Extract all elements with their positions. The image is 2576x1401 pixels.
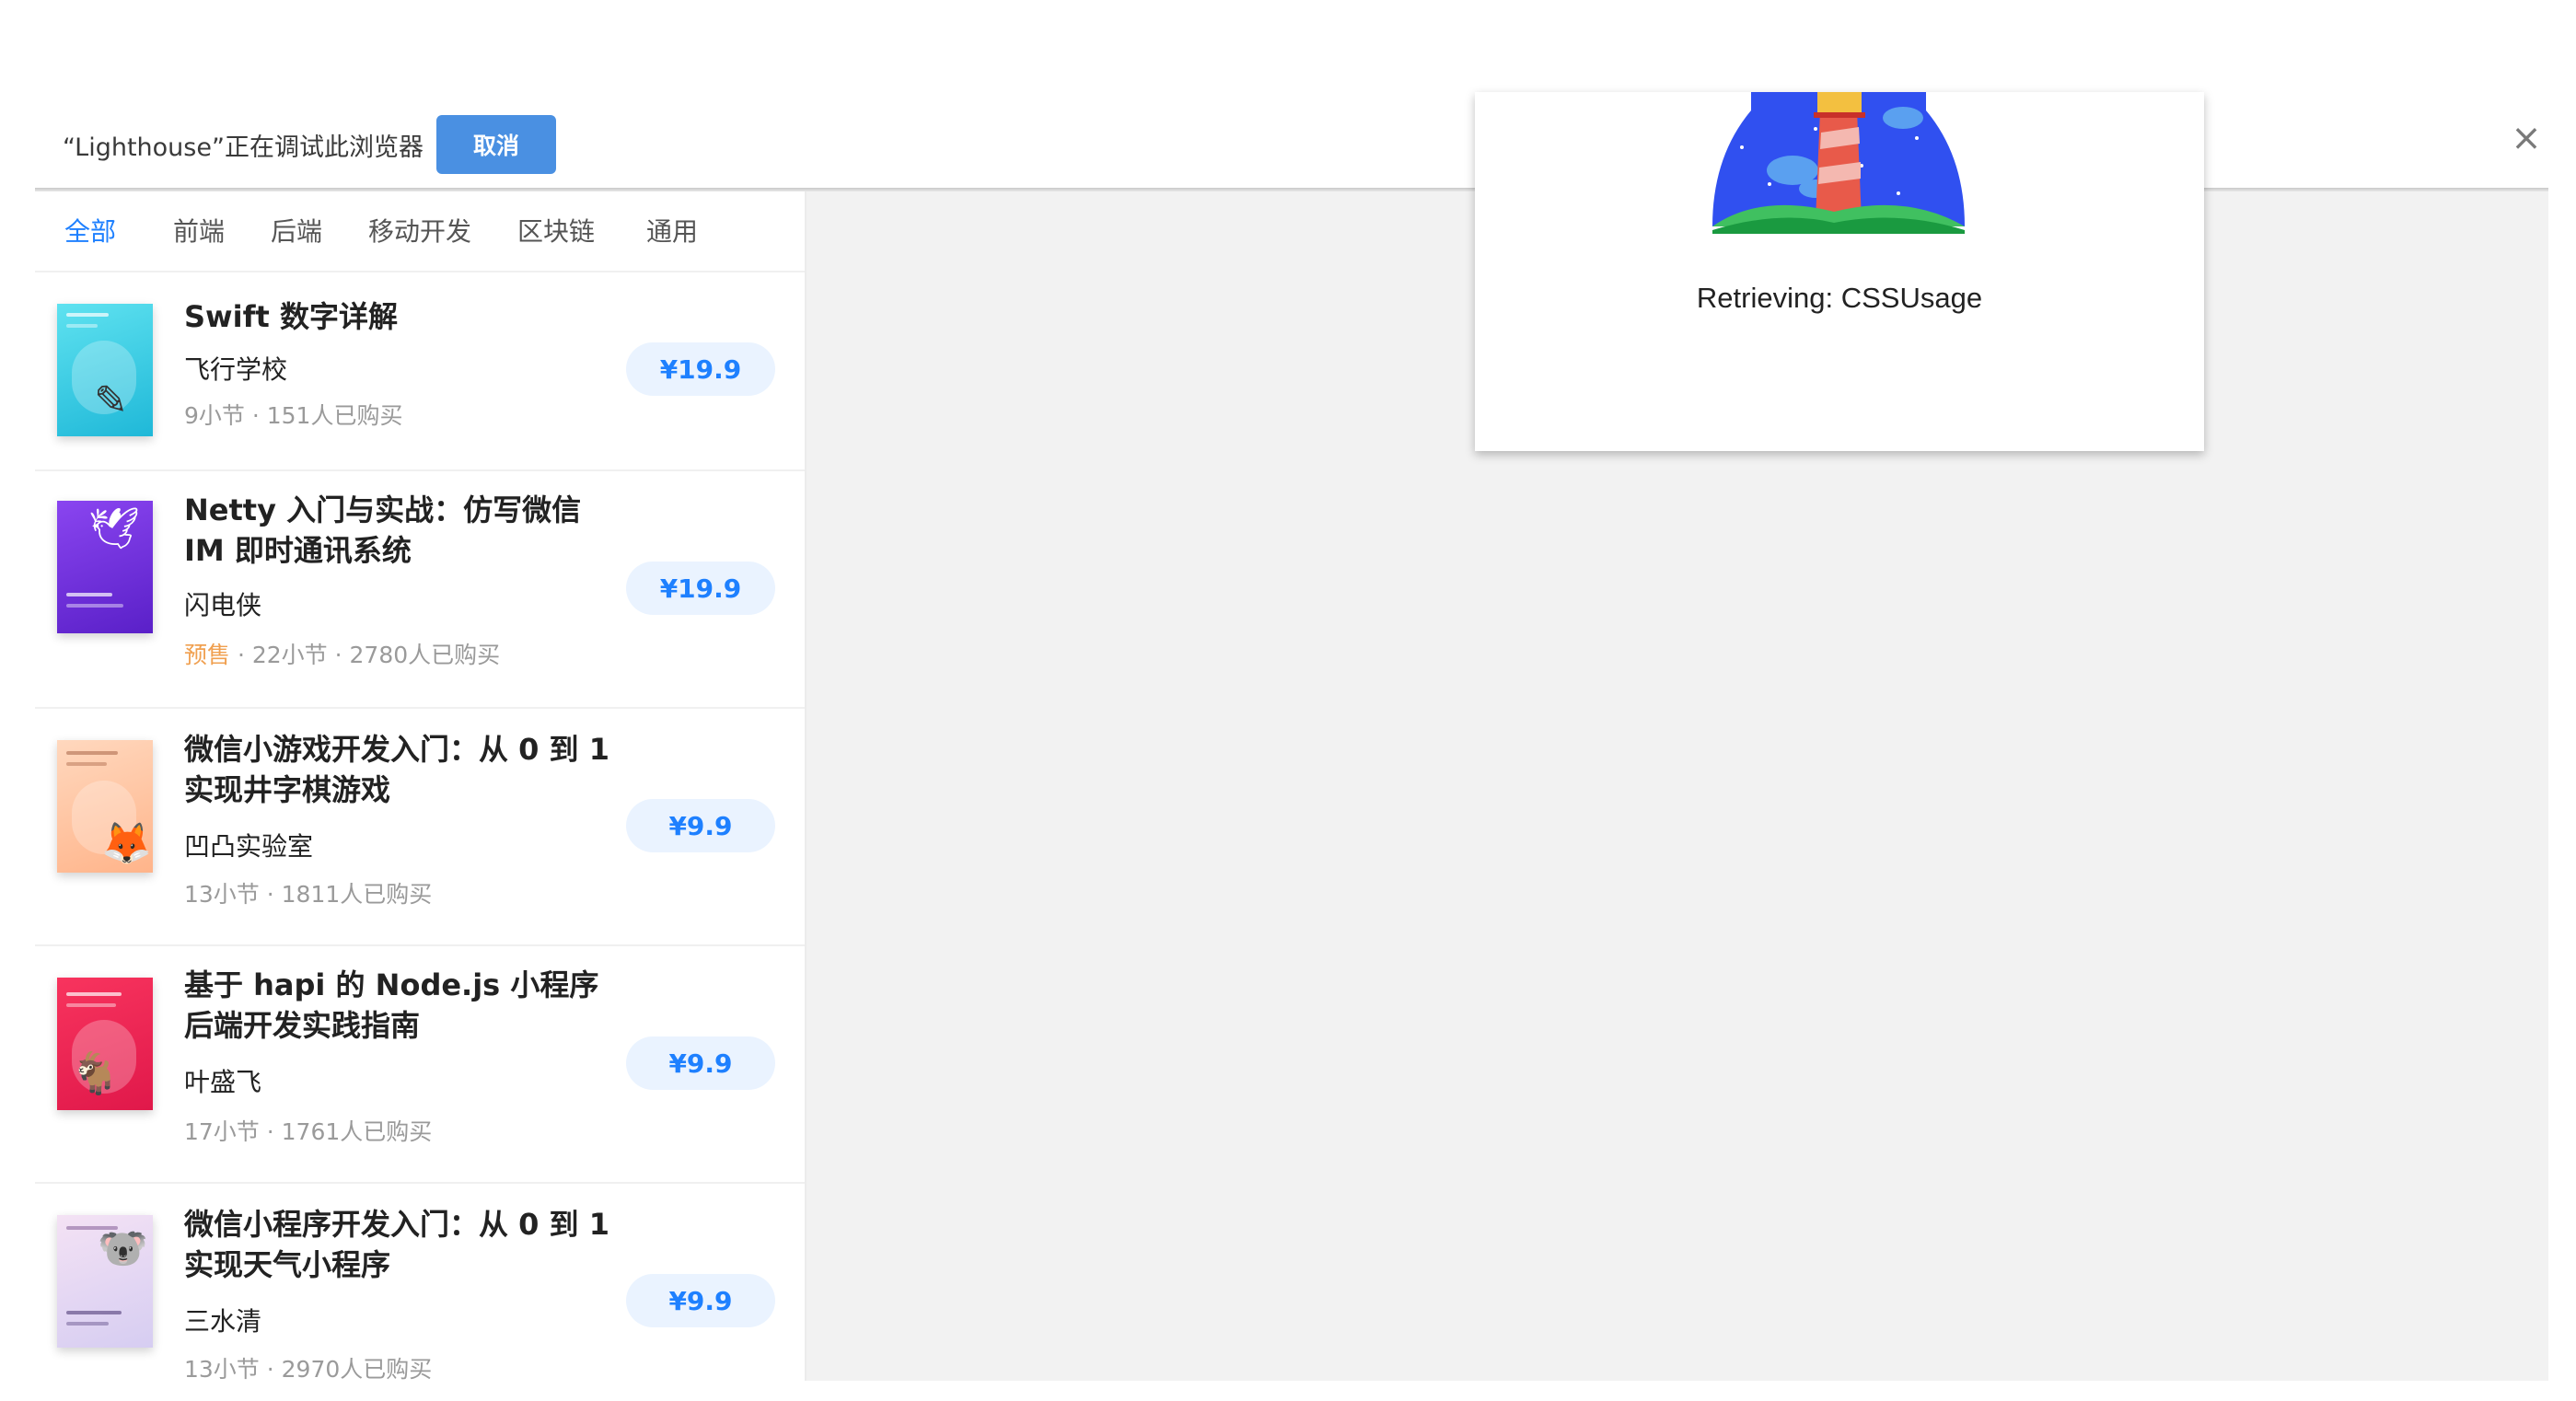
lighthouse-logo-icon	[1712, 92, 1965, 239]
book-cover[interactable]: 🐨	[57, 1215, 153, 1348]
book-stats: · 22小节 · 2780人已购买	[230, 642, 501, 668]
book-meta: 13小节 · 2970人已购买	[184, 1351, 432, 1381]
book-title[interactable]: Swift 数字详解	[184, 296, 617, 337]
book-stats: 9小节 · 151人已购买	[184, 402, 403, 429]
cancel-button[interactable]: 取消	[436, 115, 556, 174]
price-button[interactable]: ¥19.9	[626, 562, 775, 615]
book-cover[interactable]: ✎	[57, 304, 153, 436]
book-item[interactable]: 🕊 Netty 入门与实战：仿写微信 IM 即时通讯系统 闪电侠 预售 · 22…	[35, 471, 805, 709]
book-author: 叶盛飞	[184, 1067, 262, 1097]
retrieving-status: Retrieving: CSSUsage	[1696, 282, 1983, 314]
book-title[interactable]: 基于 hapi 的 Node.js 小程序后端开发实践指南	[184, 965, 617, 1046]
book-title[interactable]: 微信小游戏开发入门：从 0 到 1 实现井字棋游戏	[184, 729, 617, 810]
reading-figure-icon: ✎	[94, 377, 128, 424]
presale-badge: 预售	[184, 642, 231, 668]
tab-frontend[interactable]: 前端	[173, 212, 225, 249]
goat-icon: 🐐	[70, 1050, 121, 1097]
book-cover[interactable]: 🐐	[57, 978, 153, 1110]
book-title[interactable]: 微信小程序开发入门：从 0 到 1 实现天气小程序	[184, 1204, 617, 1285]
koala-icon: 🐨	[98, 1225, 148, 1272]
book-stats: 13小节 · 2970人已购买	[184, 1356, 433, 1381]
book-author: 三水清	[184, 1306, 262, 1337]
book-cover[interactable]: 🕊	[57, 501, 153, 633]
price-button[interactable]: ¥19.9	[626, 342, 775, 396]
book-author: 闪电侠	[184, 590, 262, 620]
price-button[interactable]: ¥9.9	[626, 1036, 775, 1090]
book-title[interactable]: Netty 入门与实战：仿写微信 IM 即时通讯系统	[184, 490, 617, 571]
price-button[interactable]: ¥9.9	[626, 1274, 775, 1327]
book-item[interactable]: 🦊 微信小游戏开发入门：从 0 到 1 实现井字棋游戏 凹凸实验室 13小节 ·…	[35, 709, 805, 946]
book-item[interactable]: 🐨 微信小程序开发入门：从 0 到 1 实现天气小程序 三水清 13小节 · 2…	[35, 1184, 805, 1381]
book-item[interactable]: ✎ Swift 数字详解 飞行学校 9小节 · 151人已购买 ¥19.9	[35, 272, 805, 471]
price-button[interactable]: ¥9.9	[626, 799, 775, 852]
tab-all[interactable]: 全部	[64, 212, 116, 249]
book-list-panel: 全部 前端 后端 移动开发 区块链 通用 ✎ Swift 数字详解 飞行学校 9…	[35, 191, 806, 1381]
book-stats: 13小节 · 1811人已购买	[184, 881, 433, 908]
fox-icon: 🦊	[101, 820, 152, 867]
book-meta: 9小节 · 151人已购买	[184, 398, 402, 431]
book-item[interactable]: 🐐 基于 hapi 的 Node.js 小程序后端开发实践指南 叶盛飞 17小节…	[35, 946, 805, 1184]
category-tabs: 全部 前端 后端 移动开发 区块链 通用	[35, 191, 805, 272]
close-icon[interactable]: ×	[2508, 120, 2545, 156]
bird-icon: 🕊	[88, 505, 140, 552]
tab-general[interactable]: 通用	[646, 212, 698, 249]
book-meta: 13小节 · 1811人已购买	[184, 876, 432, 909]
lighthouse-dialog: Retrieving: CSSUsage	[1475, 92, 2204, 451]
book-author: 凹凸实验室	[184, 831, 314, 862]
book-cover[interactable]: 🦊	[57, 740, 153, 873]
tab-backend[interactable]: 后端	[271, 212, 322, 249]
tab-mobile[interactable]: 移动开发	[368, 212, 471, 249]
infobar-message: “Lighthouse”正在调试此浏览器	[63, 133, 424, 162]
tab-blockchain[interactable]: 区块链	[517, 212, 595, 249]
book-author: 飞行学校	[184, 354, 288, 385]
book-meta: 预售 · 22小节 · 2780人已购买	[184, 637, 500, 670]
book-stats: 17小节 · 1761人已购买	[184, 1118, 433, 1145]
book-meta: 17小节 · 1761人已购买	[184, 1114, 432, 1147]
